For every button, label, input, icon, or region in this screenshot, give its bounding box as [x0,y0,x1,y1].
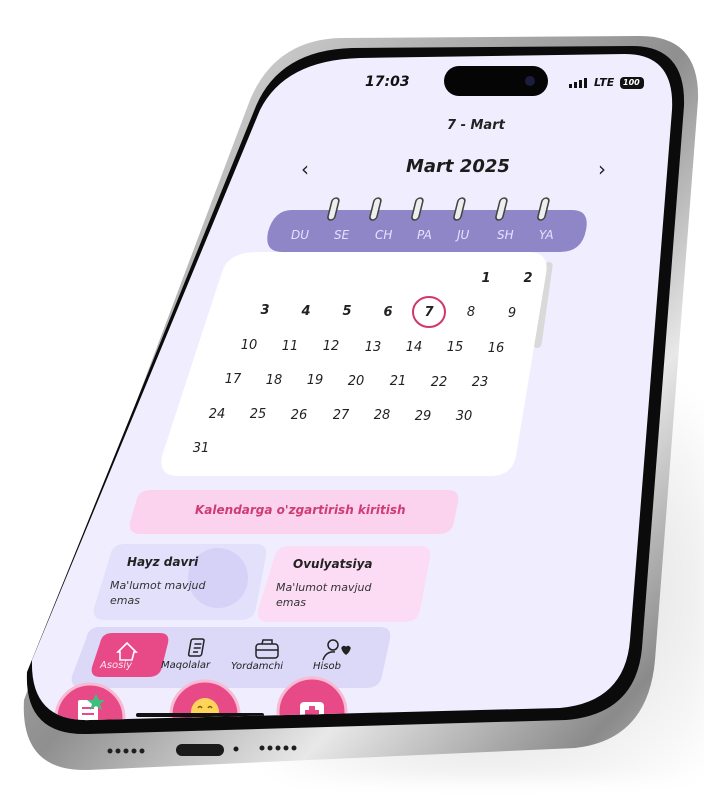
calendar-day[interactable]: 11 [279,339,301,354]
app-screen: 17:03 LTE 100 7 - Mart ‹ Mart 2025 › DU … [0,0,704,800]
weekday-label: SH [497,228,514,242]
calendar-day-selected[interactable]: 7 [418,305,440,320]
month-title: Mart 2025 [406,156,510,177]
calendar-day[interactable]: 23 [469,375,491,390]
calendar-day[interactable]: 25 [247,407,269,422]
calendar-day[interactable]: 29 [412,409,434,424]
battery-level: 100 [623,78,640,87]
weekday-label: PA [417,228,432,242]
weekday-label: DU [291,228,310,242]
calendar-day[interactable]: 13 [362,340,384,355]
calendar-day[interactable]: 9 [501,306,523,321]
nav-item-hisob[interactable]: Hisob [313,661,341,672]
period-card-text: Ma'lumot mavjud emas [110,579,206,607]
calendar-day[interactable]: 4 [295,304,317,319]
status-time: 17:03 [365,74,410,90]
calendar-day[interactable]: 30 [453,409,475,424]
chevron-left-icon: ‹ [301,157,309,181]
weekday-label: CH [375,228,393,242]
nav-item-asosiy[interactable]: Asosiy [100,660,132,671]
ovulation-card-title: Ovulyatsiya [293,557,373,571]
nav-item-yordamchi[interactable]: Yordamchi [231,661,283,672]
calendar-day[interactable]: 6 [377,305,399,320]
calendar-day[interactable]: 27 [330,408,352,423]
ovulation-card-text: Ma'lumot mavjud emas [276,581,372,609]
nav-item-maqolalar[interactable]: Maqolalar [161,660,210,671]
calendar-day[interactable]: 28 [371,408,393,423]
weekday-label: YA [539,228,554,242]
calendar-day[interactable]: 22 [428,375,450,390]
period-card-title: Hayz davri [127,555,199,569]
chevron-right-icon: › [598,157,606,181]
calendar-day[interactable]: 10 [238,338,260,353]
calendar-day[interactable]: 26 [288,408,310,423]
calendar-day[interactable]: 5 [336,304,358,319]
calendar-day[interactable]: 14 [403,340,425,355]
calendar-day[interactable]: 1 [475,271,497,286]
calendar-day[interactable]: 2 [517,271,539,286]
next-month-button[interactable]: › [598,157,606,181]
calendar-day[interactable]: 31 [190,441,212,456]
weekday-label: JU [457,228,470,242]
selected-date-title: 7 - Mart [447,118,505,133]
calendar-day[interactable]: 3 [254,303,276,318]
calendar-day[interactable]: 8 [460,305,482,320]
calendar-day[interactable]: 16 [485,341,507,356]
calendar-day[interactable]: 20 [345,374,367,389]
calendar-day[interactable]: 19 [304,373,326,388]
calendar-day[interactable]: 15 [444,340,466,355]
network-label: LTE [594,76,615,89]
calendar-day[interactable]: 21 [387,374,409,389]
calendar-day[interactable]: 17 [222,372,244,387]
calendar-day[interactable]: 18 [263,373,285,388]
weekday-label: SE [334,228,350,242]
edit-calendar-button[interactable]: Kalendarga o'zgartirish kiritish [195,503,406,517]
calendar-day[interactable]: 12 [320,339,342,354]
prev-month-button[interactable]: ‹ [301,157,309,181]
calendar-day[interactable]: 24 [206,407,228,422]
